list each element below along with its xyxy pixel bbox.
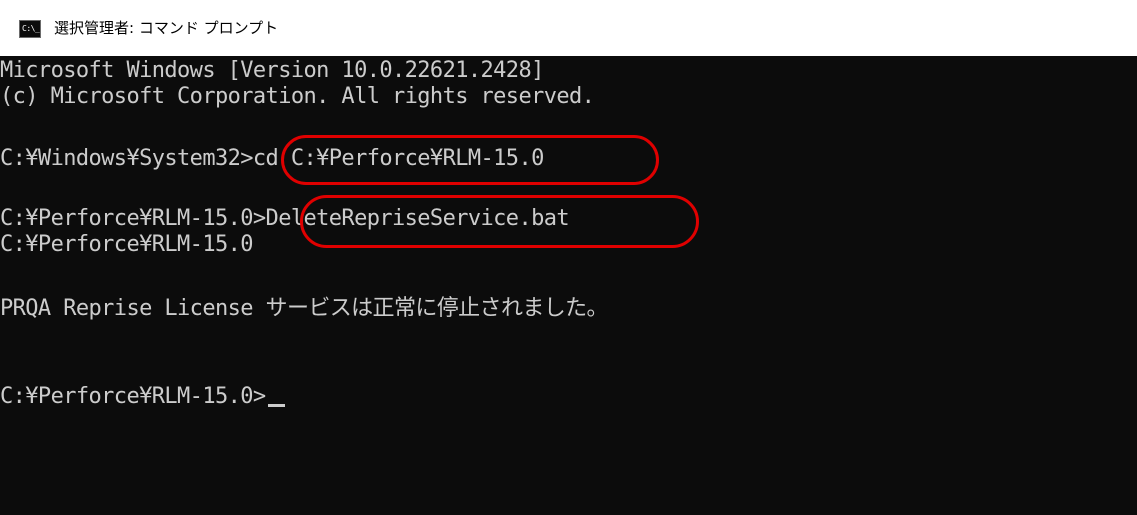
console-line-bat-command: C:¥Perforce¥RLM-15.0>DeleteRepriseServic… (0, 206, 570, 231)
text-cursor (267, 404, 285, 407)
console-line-cd-command: C:¥Windows¥System32>cd C:¥Perforce¥RLM-1… (0, 146, 544, 171)
console-output[interactable]: Microsoft Windows [Version 10.0.22621.24… (0, 56, 1137, 515)
console-line-service-stopped: PRQA Reprise License サービスは正常に停止されました。 (0, 296, 609, 321)
command-prompt-window: C:\_ 選択管理者: コマンド プロンプト Microsoft Windows… (0, 0, 1137, 515)
cmd-icon: C:\_ (19, 20, 41, 38)
console-line-bat-output: C:¥Perforce¥RLM-15.0 (0, 232, 254, 257)
console-line-version: Microsoft Windows [Version 10.0.22621.24… (0, 58, 544, 83)
prompt-text: C:¥Perforce¥RLM-15.0> (0, 384, 266, 409)
title-bar[interactable]: C:\_ 選択管理者: コマンド プロンプト (0, 0, 1137, 56)
console-line-prompt[interactable]: C:¥Perforce¥RLM-15.0> (0, 384, 285, 410)
window-title: 選択管理者: コマンド プロンプト (54, 19, 279, 37)
console-line-copyright: (c) Microsoft Corporation. All rights re… (0, 84, 595, 109)
